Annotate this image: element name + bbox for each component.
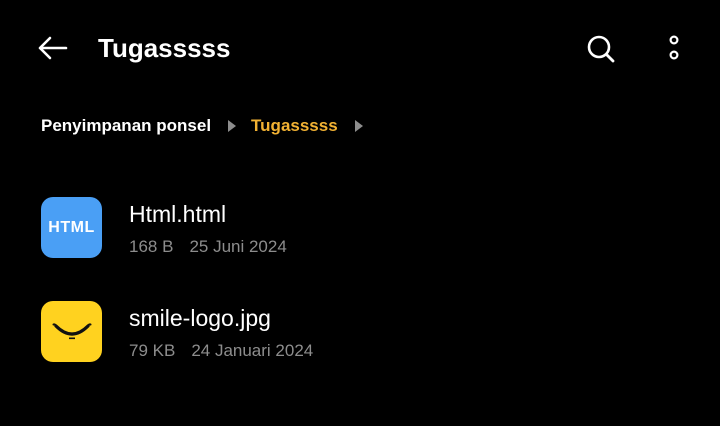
more-vertical-icon bbox=[669, 35, 679, 60]
page-title: Tugasssss bbox=[98, 33, 231, 63]
app-header: Tugasssss bbox=[0, 0, 720, 96]
breadcrumb-item-current-folder[interactable]: Tugasssss bbox=[251, 116, 338, 136]
file-list: HTML Html.html 168 B 25 Juni 2024 smile-… bbox=[0, 180, 720, 388]
file-meta: 168 B 25 Juni 2024 bbox=[129, 236, 287, 258]
breadcrumb-item-phone-storage[interactable]: Penyimpanan ponsel bbox=[41, 116, 211, 136]
smile-logo-thumbnail bbox=[41, 301, 102, 362]
smile-icon bbox=[52, 322, 91, 339]
file-size: 79 KB bbox=[129, 341, 176, 360]
file-name: Html.html bbox=[129, 201, 227, 227]
file-meta: 79 KB 24 Januari 2024 bbox=[129, 340, 313, 362]
file-size: 168 B bbox=[129, 237, 174, 256]
file-list-item[interactable]: smile-logo.jpg 79 KB 24 Januari 2024 bbox=[0, 284, 720, 388]
breadcrumb: Penyimpanan ponsel Tugasssss bbox=[41, 112, 378, 140]
html-icon-label: HTML bbox=[48, 218, 95, 236]
html-file-icon: HTML bbox=[41, 197, 102, 258]
more-options-button[interactable] bbox=[656, 28, 692, 70]
search-icon bbox=[587, 35, 615, 63]
file-name: smile-logo.jpg bbox=[129, 305, 271, 331]
back-button[interactable] bbox=[32, 28, 72, 68]
triangle-right-icon bbox=[225, 119, 239, 133]
triangle-right-icon bbox=[352, 119, 366, 133]
file-date: 25 Juni 2024 bbox=[189, 237, 287, 256]
search-button[interactable] bbox=[580, 28, 622, 70]
file-date: 24 Januari 2024 bbox=[191, 341, 314, 360]
arrow-left-icon bbox=[38, 36, 68, 60]
file-list-item[interactable]: HTML Html.html 168 B 25 Juni 2024 bbox=[0, 180, 720, 284]
